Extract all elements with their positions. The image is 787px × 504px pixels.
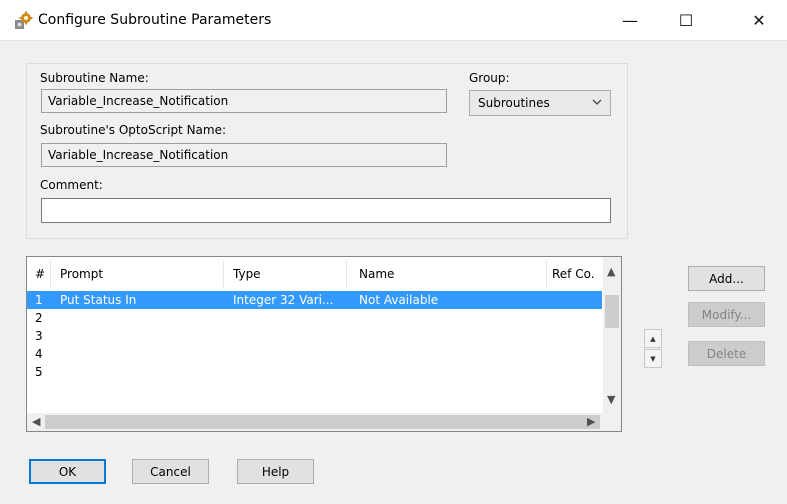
- column-header-type[interactable]: Type: [233, 267, 261, 281]
- optoscript-name-label: Subroutine's OptoScript Name:: [40, 123, 227, 137]
- close-button[interactable]: ✕: [731, 0, 787, 40]
- vertical-scroll-thumb[interactable]: [605, 295, 619, 328]
- column-header-prompt[interactable]: Prompt: [60, 267, 103, 281]
- cancel-button[interactable]: Cancel: [132, 459, 209, 484]
- properties-panel: Subroutine Name: Variable_Increase_Notif…: [26, 63, 628, 239]
- delete-button[interactable]: Delete: [688, 341, 765, 366]
- scroll-down-icon[interactable]: ▼: [607, 393, 615, 406]
- table-row[interactable]: 2: [27, 309, 602, 327]
- row-type: Integer 32 Vari...: [233, 293, 334, 307]
- scroll-up-icon[interactable]: ▲: [607, 265, 615, 278]
- title-bar: Configure Subroutine Parameters — ☐ ✕: [0, 0, 787, 40]
- column-header-ref-count[interactable]: Ref Co.: [552, 267, 595, 281]
- ok-button[interactable]: OK: [29, 459, 106, 484]
- table-row[interactable]: 1 Put Status In Integer 32 Vari... Not A…: [27, 291, 602, 309]
- row-number: 2: [35, 311, 43, 325]
- window-title: Configure Subroutine Parameters: [38, 12, 272, 28]
- column-header-name[interactable]: Name: [359, 267, 394, 281]
- chevron-down-icon: [592, 99, 602, 105]
- row-number: 1: [35, 293, 43, 307]
- optoscript-name-field: Variable_Increase_Notification: [41, 143, 447, 167]
- table-header: # Prompt Type Name Ref Co.: [27, 257, 621, 291]
- dialog-body: Subroutine Name: Variable_Increase_Notif…: [0, 40, 787, 504]
- subroutine-name-field: Variable_Increase_Notification: [41, 89, 447, 113]
- group-select[interactable]: Subroutines: [469, 90, 611, 116]
- comment-input[interactable]: [41, 198, 611, 223]
- row-number: 3: [35, 329, 43, 343]
- column-header-number[interactable]: #: [35, 267, 45, 281]
- group-select-value: Subroutines: [478, 96, 550, 110]
- row-number: 4: [35, 347, 43, 361]
- row-name: Not Available: [359, 293, 439, 307]
- column-divider: [546, 261, 547, 287]
- table-row[interactable]: 5: [27, 363, 602, 381]
- column-divider: [346, 261, 347, 287]
- modify-button[interactable]: Modify...: [688, 302, 765, 327]
- arrow-up-icon[interactable]: ▲: [644, 329, 662, 348]
- comment-label: Comment:: [40, 178, 103, 192]
- arrow-down-icon[interactable]: ▼: [644, 349, 662, 368]
- row-prompt: Put Status In: [60, 293, 137, 307]
- gear-icon: [15, 11, 33, 29]
- add-button[interactable]: Add...: [688, 266, 765, 291]
- minimize-button[interactable]: —: [602, 0, 658, 40]
- horizontal-scrollbar[interactable]: ◀ ▶: [27, 413, 621, 431]
- table-row[interactable]: 4: [27, 345, 602, 363]
- scroll-right-icon[interactable]: ▶: [587, 415, 595, 428]
- scroll-left-icon[interactable]: ◀: [32, 415, 40, 428]
- row-number: 5: [35, 365, 43, 379]
- parameters-table[interactable]: # Prompt Type Name Ref Co. 1 Put Status …: [26, 256, 622, 432]
- help-button[interactable]: Help: [237, 459, 314, 484]
- column-divider: [223, 261, 224, 287]
- group-label: Group:: [469, 71, 510, 85]
- column-divider: [50, 261, 51, 287]
- maximize-button[interactable]: ☐: [658, 0, 714, 40]
- horizontal-scroll-thumb[interactable]: [45, 415, 600, 429]
- subroutine-name-label: Subroutine Name:: [40, 71, 149, 85]
- vertical-scrollbar[interactable]: ▲ ▼: [603, 257, 621, 413]
- table-row[interactable]: 3: [27, 327, 602, 345]
